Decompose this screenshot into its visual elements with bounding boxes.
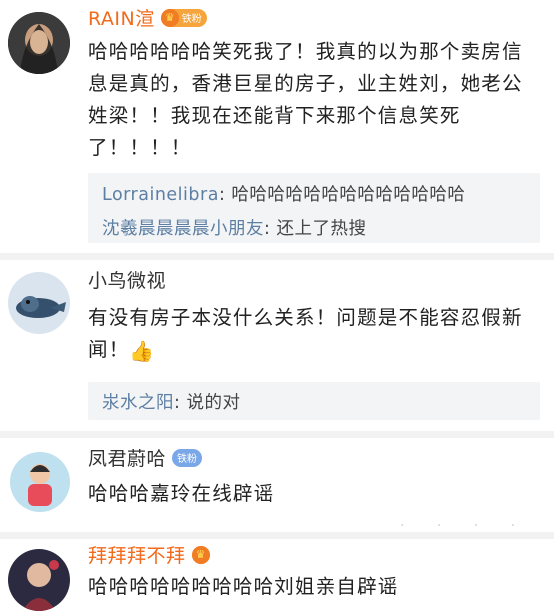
- comment-item: RAIN渲 ♛ 铁粉 哈哈哈哈哈哈笑死我了！我真的以为那个卖房信息是真的，香港巨星…: [0, 0, 554, 252]
- fan-badge: 铁粉: [172, 448, 203, 467]
- comment-text: 哈哈哈哈哈哈哈哈哈刘姐亲自辟谣: [88, 575, 399, 598]
- reply-box[interactable]: 汖水之阳: 说的对: [88, 382, 540, 420]
- comment-text: 哈哈哈哈哈哈笑死我了！我真的以为那个卖房信息是真的，香港巨星的房子，业主姓刘，她…: [88, 40, 523, 159]
- crown-icon: ♛: [160, 8, 179, 27]
- avatar[interactable]: [8, 272, 70, 334]
- reply-username[interactable]: Lorrainelibra: [102, 185, 219, 205]
- comment-item: 小鸟微视 有没有房子本没什么关系！问题是不能容忍假新闻！👍 汖水之阳: 说的对: [0, 260, 554, 430]
- reply-text: 哈哈哈哈哈哈哈哈哈哈哈哈哈: [225, 185, 466, 205]
- username[interactable]: RAIN渲: [88, 4, 155, 31]
- reply-username[interactable]: 汖水之阳: [102, 393, 174, 413]
- username[interactable]: 凤君蔚哈: [88, 444, 166, 471]
- thumbs-up-icon: 👍: [129, 339, 156, 363]
- divider: [0, 253, 554, 260]
- reply-text: 还上了热搜: [270, 219, 367, 239]
- vip-badge: ♛: [191, 545, 210, 564]
- reply-item[interactable]: 沈羲晨晨晨晨小朋友: 还上了热搜: [102, 215, 366, 240]
- badge-label: 铁粉: [181, 14, 202, 25]
- divider: [0, 431, 554, 438]
- comment-item: 凤君蔚哈 铁粉 哈哈哈嘉玲在线辟谣 · · · ·: [0, 438, 554, 534]
- username[interactable]: 拜拜拜不拜: [88, 541, 186, 568]
- reply-text: 说的对: [180, 393, 241, 413]
- avatar[interactable]: [8, 549, 70, 611]
- username[interactable]: 小鸟微视: [88, 266, 166, 293]
- divider: [0, 532, 554, 539]
- comment-text: 有没有房子本没什么关系！问题是不能容忍假新闻！👍: [88, 302, 538, 367]
- avatar[interactable]: [10, 452, 70, 512]
- comment-text: 哈哈哈嘉玲在线辟谣: [88, 482, 275, 505]
- reply-item[interactable]: 汖水之阳: 说的对: [102, 389, 240, 414]
- reply-username[interactable]: 沈羲晨晨晨晨小朋友: [102, 219, 264, 239]
- comment-item: 拜拜拜不拜 ♛ 哈哈哈哈哈哈哈哈哈刘姐亲自辟谣: [0, 539, 554, 614]
- avatar[interactable]: [8, 12, 70, 74]
- reply-box[interactable]: Lorrainelibra: 哈哈哈哈哈哈哈哈哈哈哈哈哈 沈羲晨晨晨晨小朋友: …: [88, 173, 540, 243]
- crown-icon: ♛: [191, 545, 210, 564]
- fan-badge: ♛ 铁粉: [160, 8, 207, 27]
- reply-item[interactable]: Lorrainelibra: 哈哈哈哈哈哈哈哈哈哈哈哈哈: [102, 181, 465, 206]
